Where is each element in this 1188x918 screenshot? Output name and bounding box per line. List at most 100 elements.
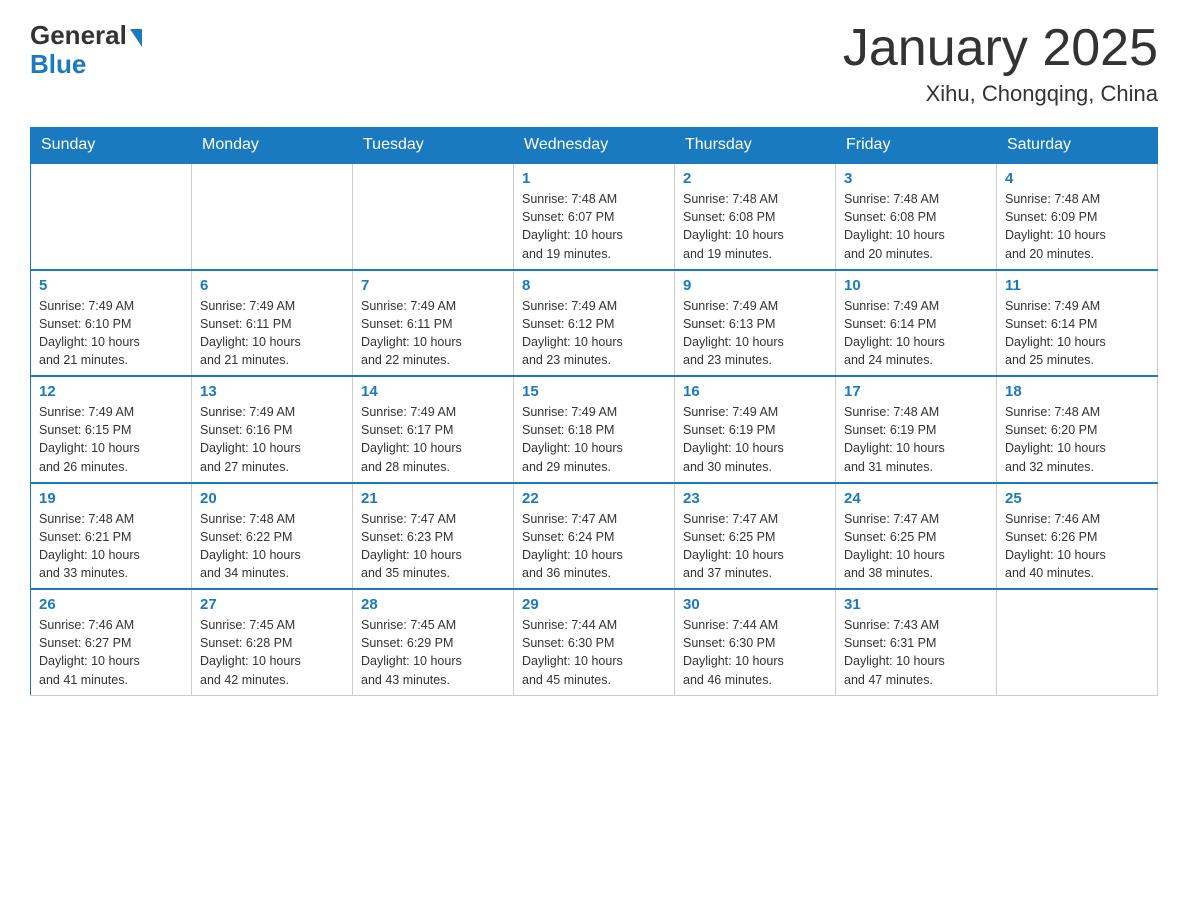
day-number: 24: [844, 490, 988, 507]
day-number: 15: [522, 383, 666, 400]
day-info: Sunrise: 7:49 AM Sunset: 6:11 PM Dayligh…: [361, 297, 505, 370]
calendar-cell: 7 Sunrise: 7:49 AM Sunset: 6:11 PM Daylig…: [353, 270, 514, 377]
day-number: 21: [361, 490, 505, 507]
calendar-cell: 18 Sunrise: 7:48 AM Sunset: 6:20 PM Dayli…: [997, 376, 1158, 483]
calendar-cell: 27Sunrise: 7:45 AM Sunset: 6:28 PM Dayli…: [192, 589, 353, 695]
calendar-cell: 11 Sunrise: 7:49 AM Sunset: 6:14 PM Dayli…: [997, 270, 1158, 377]
day-number: 11: [1005, 277, 1149, 294]
day-number: 17: [844, 383, 988, 400]
calendar-cell: 25Sunrise: 7:46 AM Sunset: 6:26 PM Dayli…: [997, 483, 1158, 590]
calendar-cell: 23 Sunrise: 7:47 AM Sunset: 6:25 PM Dayli…: [675, 483, 836, 590]
logo: General Blue: [30, 20, 142, 80]
day-number: 4: [1005, 170, 1149, 187]
day-info: Sunrise: 7:49 AM Sunset: 6:13 PM Dayligh…: [683, 297, 827, 370]
calendar-cell: 24 Sunrise: 7:47 AM Sunset: 6:25 PM Dayli…: [836, 483, 997, 590]
day-info: Sunrise: 7:49 AM Sunset: 6:14 PM Dayligh…: [844, 297, 988, 370]
day-number: 14: [361, 383, 505, 400]
calendar-cell: 19 Sunrise: 7:48 AM Sunset: 6:21 PM Dayli…: [31, 483, 192, 590]
day-info: Sunrise: 7:47 AM Sunset: 6:24 PM Dayligh…: [522, 510, 666, 583]
day-number: 5: [39, 277, 183, 294]
weekday-header-saturday: Saturday: [997, 128, 1158, 164]
day-number: 1: [522, 170, 666, 187]
page-header: General Blue January 2025 Xihu, Chongqin…: [30, 20, 1158, 107]
calendar-cell: 13Sunrise: 7:49 AM Sunset: 6:16 PM Dayli…: [192, 376, 353, 483]
day-info: Sunrise: 7:45 AM Sunset: 6:29 PM Dayligh…: [361, 616, 505, 689]
day-info: Sunrise: 7:47 AM Sunset: 6:25 PM Dayligh…: [844, 510, 988, 583]
weekday-header-friday: Friday: [836, 128, 997, 164]
day-number: 2: [683, 170, 827, 187]
day-number: 8: [522, 277, 666, 294]
calendar-cell: 26 Sunrise: 7:46 AM Sunset: 6:27 PM Dayli…: [31, 589, 192, 695]
calendar-cell: 20Sunrise: 7:48 AM Sunset: 6:22 PM Dayli…: [192, 483, 353, 590]
day-info: Sunrise: 7:46 AM Sunset: 6:27 PM Dayligh…: [39, 616, 183, 689]
day-info: Sunrise: 7:49 AM Sunset: 6:15 PM Dayligh…: [39, 403, 183, 476]
calendar-cell: 2 Sunrise: 7:48 AM Sunset: 6:08 PM Daylig…: [675, 163, 836, 270]
weekday-header-wednesday: Wednesday: [514, 128, 675, 164]
day-info: Sunrise: 7:45 AM Sunset: 6:28 PM Dayligh…: [200, 616, 344, 689]
calendar-cell: 12Sunrise: 7:49 AM Sunset: 6:15 PM Dayli…: [31, 376, 192, 483]
day-number: 3: [844, 170, 988, 187]
month-title: January 2025: [843, 20, 1158, 77]
calendar-cell: 14 Sunrise: 7:49 AM Sunset: 6:17 PM Dayli…: [353, 376, 514, 483]
calendar-cell: 9 Sunrise: 7:49 AM Sunset: 6:13 PM Daylig…: [675, 270, 836, 377]
calendar-cell: [997, 589, 1158, 695]
calendar-cell: 16 Sunrise: 7:49 AM Sunset: 6:19 PM Dayli…: [675, 376, 836, 483]
day-info: Sunrise: 7:49 AM Sunset: 6:14 PM Dayligh…: [1005, 297, 1149, 370]
calendar-cell: 31Sunrise: 7:43 AM Sunset: 6:31 PM Dayli…: [836, 589, 997, 695]
calendar-cell: 17 Sunrise: 7:48 AM Sunset: 6:19 PM Dayli…: [836, 376, 997, 483]
day-info: Sunrise: 7:46 AM Sunset: 6:26 PM Dayligh…: [1005, 510, 1149, 583]
day-number: 28: [361, 596, 505, 613]
weekday-header-thursday: Thursday: [675, 128, 836, 164]
calendar-cell: [31, 163, 192, 270]
calendar-week-row: 12Sunrise: 7:49 AM Sunset: 6:15 PM Dayli…: [31, 376, 1158, 483]
calendar-week-row: 1 Sunrise: 7:48 AM Sunset: 6:07 PM Daylig…: [31, 163, 1158, 270]
weekday-header-monday: Monday: [192, 128, 353, 164]
weekday-header-sunday: Sunday: [31, 128, 192, 164]
day-info: Sunrise: 7:44 AM Sunset: 6:30 PM Dayligh…: [522, 616, 666, 689]
calendar-cell: 28 Sunrise: 7:45 AM Sunset: 6:29 PM Dayli…: [353, 589, 514, 695]
weekday-header-tuesday: Tuesday: [353, 128, 514, 164]
day-number: 10: [844, 277, 988, 294]
day-number: 20: [200, 490, 344, 507]
day-info: Sunrise: 7:47 AM Sunset: 6:23 PM Dayligh…: [361, 510, 505, 583]
logo-triangle-icon: [130, 29, 142, 47]
day-number: 9: [683, 277, 827, 294]
day-info: Sunrise: 7:49 AM Sunset: 6:18 PM Dayligh…: [522, 403, 666, 476]
day-number: 16: [683, 383, 827, 400]
day-number: 18: [1005, 383, 1149, 400]
day-number: 19: [39, 490, 183, 507]
logo-general-text: General: [30, 20, 127, 51]
day-info: Sunrise: 7:48 AM Sunset: 6:08 PM Dayligh…: [844, 190, 988, 263]
day-number: 7: [361, 277, 505, 294]
logo-blue-text: Blue: [30, 49, 86, 80]
calendar-cell: 29Sunrise: 7:44 AM Sunset: 6:30 PM Dayli…: [514, 589, 675, 695]
day-number: 26: [39, 596, 183, 613]
day-info: Sunrise: 7:48 AM Sunset: 6:08 PM Dayligh…: [683, 190, 827, 263]
day-info: Sunrise: 7:49 AM Sunset: 6:10 PM Dayligh…: [39, 297, 183, 370]
calendar-cell: [353, 163, 514, 270]
calendar-cell: 6 Sunrise: 7:49 AM Sunset: 6:11 PM Daylig…: [192, 270, 353, 377]
calendar-cell: 15 Sunrise: 7:49 AM Sunset: 6:18 PM Dayli…: [514, 376, 675, 483]
day-info: Sunrise: 7:49 AM Sunset: 6:17 PM Dayligh…: [361, 403, 505, 476]
day-info: Sunrise: 7:49 AM Sunset: 6:19 PM Dayligh…: [683, 403, 827, 476]
day-number: 31: [844, 596, 988, 613]
weekday-header-row: SundayMondayTuesdayWednesdayThursdayFrid…: [31, 128, 1158, 164]
day-info: Sunrise: 7:49 AM Sunset: 6:11 PM Dayligh…: [200, 297, 344, 370]
calendar-cell: 8 Sunrise: 7:49 AM Sunset: 6:12 PM Daylig…: [514, 270, 675, 377]
day-info: Sunrise: 7:48 AM Sunset: 6:21 PM Dayligh…: [39, 510, 183, 583]
day-info: Sunrise: 7:49 AM Sunset: 6:12 PM Dayligh…: [522, 297, 666, 370]
title-block: January 2025 Xihu, Chongqing, China: [843, 20, 1158, 107]
day-number: 22: [522, 490, 666, 507]
calendar-cell: 30 Sunrise: 7:44 AM Sunset: 6:30 PM Dayli…: [675, 589, 836, 695]
day-info: Sunrise: 7:47 AM Sunset: 6:25 PM Dayligh…: [683, 510, 827, 583]
day-info: Sunrise: 7:44 AM Sunset: 6:30 PM Dayligh…: [683, 616, 827, 689]
calendar-cell: [192, 163, 353, 270]
day-info: Sunrise: 7:48 AM Sunset: 6:20 PM Dayligh…: [1005, 403, 1149, 476]
day-number: 30: [683, 596, 827, 613]
calendar-week-row: 19 Sunrise: 7:48 AM Sunset: 6:21 PM Dayli…: [31, 483, 1158, 590]
calendar-cell: 3 Sunrise: 7:48 AM Sunset: 6:08 PM Daylig…: [836, 163, 997, 270]
day-number: 23: [683, 490, 827, 507]
day-number: 6: [200, 277, 344, 294]
day-info: Sunrise: 7:48 AM Sunset: 6:07 PM Dayligh…: [522, 190, 666, 263]
day-info: Sunrise: 7:48 AM Sunset: 6:19 PM Dayligh…: [844, 403, 988, 476]
